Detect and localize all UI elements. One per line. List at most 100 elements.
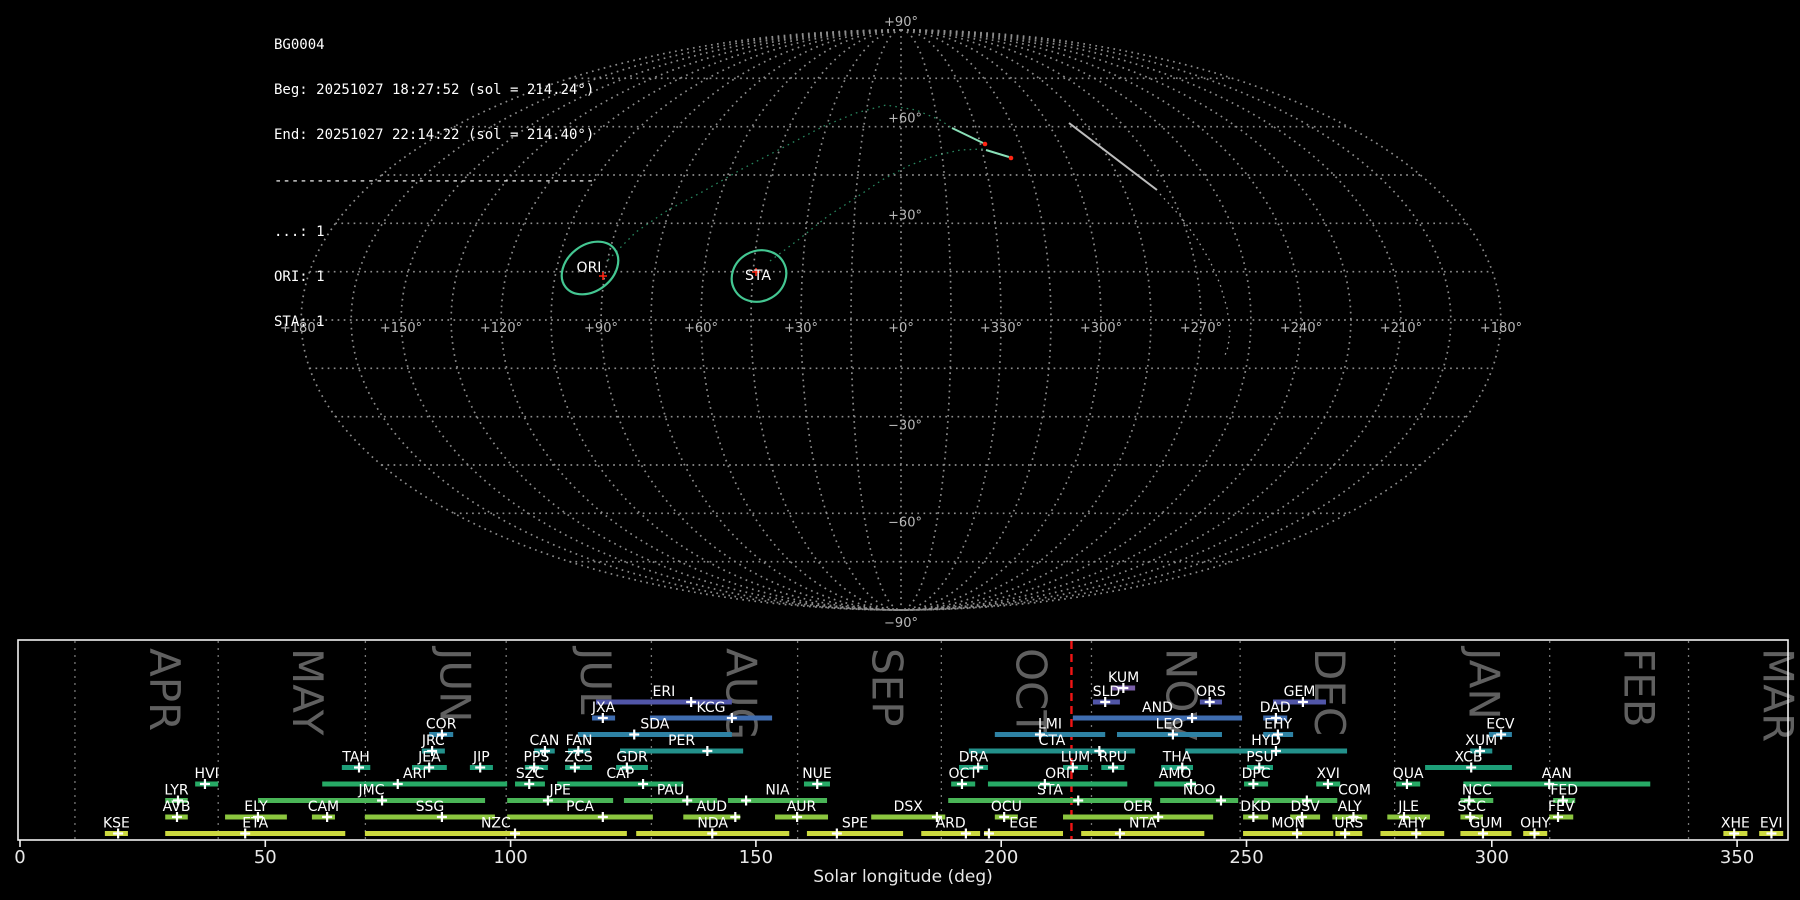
shower-urs: URS — [1334, 816, 1363, 839]
shower-code-label: PPS — [523, 750, 549, 766]
shower-code-label: AMO — [1159, 766, 1192, 782]
activity-bar — [921, 831, 980, 836]
activity-bar — [1081, 831, 1204, 836]
shower-code-label: DKD — [1240, 799, 1271, 815]
shower-code-label: NCC — [1462, 783, 1492, 799]
shower-code-label: XHE — [1721, 816, 1750, 832]
shower-ohy: OHY — [1520, 816, 1551, 839]
shower-code-label: EGE — [1009, 816, 1038, 832]
shower-xhe: XHE — [1721, 816, 1750, 839]
month-label: AUG — [716, 648, 765, 740]
peak-marker — [629, 730, 639, 740]
shower-dkd: DKD — [1240, 799, 1271, 822]
radiant-label: STA — [745, 268, 771, 284]
x-axis: 050100150200250300350Solar longitude (de… — [14, 840, 1754, 887]
activity-bar — [507, 815, 653, 820]
meteor-track-sta — [770, 149, 1013, 261]
peak-marker — [510, 829, 520, 839]
shower-code-label: FED — [1550, 783, 1578, 799]
meteor-trail-solid — [986, 150, 1009, 157]
shower-code-label: LMI — [1038, 717, 1062, 733]
shower-jxa: JXA — [591, 700, 616, 723]
meteor-trail-solid — [1069, 123, 1157, 190]
shower-code-label: MON — [1271, 816, 1305, 832]
shower-code-label: ORS — [1196, 684, 1226, 700]
activity-bar — [1243, 831, 1333, 836]
shower-szc: SZC — [515, 766, 545, 789]
shower-zcs: ZCS — [564, 750, 592, 773]
x-tick-label: 0 — [14, 847, 25, 868]
shower-ors: ORS — [1196, 684, 1226, 707]
meteor-end-point — [1009, 156, 1014, 161]
peak-marker — [1073, 796, 1083, 806]
shower-code-label: SPE — [842, 816, 868, 832]
x-tick-label: 150 — [739, 847, 773, 868]
x-axis-title: Solar longitude (deg) — [813, 867, 993, 887]
shower-code-label: DPC — [1242, 766, 1271, 782]
activity-bar — [322, 782, 507, 787]
shower-code-label: KCG — [696, 700, 725, 716]
shower-code-label: GUM — [1469, 816, 1502, 832]
latitude-label: +30° — [888, 208, 922, 223]
latitude-label: −60° — [888, 515, 922, 530]
shower-code-label: ELY — [244, 799, 268, 815]
shower-code-label: URS — [1334, 816, 1363, 832]
equator-label: +300° — [1080, 321, 1122, 336]
shower-sld: SLD — [1093, 684, 1120, 707]
activity-bar — [365, 831, 627, 836]
shower-avb: AVB — [163, 799, 191, 822]
shower-code-label: ARI — [403, 766, 426, 782]
meridian-line — [551, 30, 901, 610]
shower-code-label: LEO — [1156, 717, 1184, 733]
shower-oct: OCT — [948, 766, 978, 789]
activity-bar — [365, 815, 495, 820]
track-extension-dotted — [770, 149, 983, 261]
shower-code-label: LUM — [1061, 750, 1090, 766]
month-label: JUN — [430, 645, 479, 723]
latitude-label: −30° — [888, 419, 922, 434]
x-tick-label: 250 — [1229, 847, 1263, 868]
equator-label: +60° — [684, 321, 718, 336]
shower-code-label: SSG — [416, 799, 445, 815]
activity-bar — [507, 798, 613, 803]
peak-marker — [638, 779, 648, 789]
shower-code-label: NZC — [481, 816, 511, 832]
peak-marker — [984, 829, 994, 839]
peak-marker — [686, 697, 696, 707]
shower-nda: NDA — [636, 816, 789, 839]
shower-code-label: DRA — [959, 750, 989, 766]
shower-dsx: DSX — [871, 799, 945, 822]
meteor-end-point — [983, 142, 988, 147]
begin-time: Beg: 20251027 18:27:52 (sol = 214.24°) — [274, 83, 594, 98]
peak-marker — [730, 812, 740, 822]
shower-code-label: CTA — [1039, 733, 1066, 749]
shower-code-label: THA — [1162, 750, 1192, 766]
activity-bar — [807, 831, 903, 836]
activity-bar — [165, 831, 345, 836]
peak-marker — [1216, 796, 1226, 806]
shower-code-label: CAM — [308, 799, 339, 815]
peak-marker — [702, 746, 712, 756]
x-tick-label: 350 — [1720, 847, 1754, 868]
month-label: JAN — [1460, 645, 1509, 720]
shower-fev: FEV — [1548, 799, 1575, 822]
shower-code-label: DSX — [894, 799, 924, 815]
shower-code-label: OCT — [948, 766, 978, 782]
shower-code-label: AHY — [1398, 816, 1427, 832]
shower-tah: TAH — [341, 750, 370, 773]
shower-code-label: CAP — [606, 766, 634, 782]
count-sta: STA: 1 — [274, 315, 594, 330]
shower-code-label: KSE — [103, 816, 130, 832]
shower-code-label: ERI — [653, 684, 676, 700]
shower-code-label: ARD — [936, 816, 966, 832]
shower-code-label: COM — [1338, 783, 1371, 799]
shower-bars: KUMERISLDORSGEMJXAKCGANDDADCORSDALMILEOE… — [103, 670, 1783, 839]
end-time: End: 20251027 22:14:22 (sol = 214.40°) — [274, 128, 594, 143]
meteor-trail-solid — [952, 128, 983, 143]
activity-timeline-chart: APRMAYJUNJULAUGSEPOCTNOVDECJANFEBMARKUME… — [14, 640, 1800, 887]
shower-code-label: HVI — [195, 766, 219, 782]
shower-dpc: DPC — [1242, 766, 1271, 789]
shower-code-label: SCC — [1457, 799, 1486, 815]
shower-jip: JIP — [470, 750, 493, 773]
peak-marker — [1115, 829, 1125, 839]
